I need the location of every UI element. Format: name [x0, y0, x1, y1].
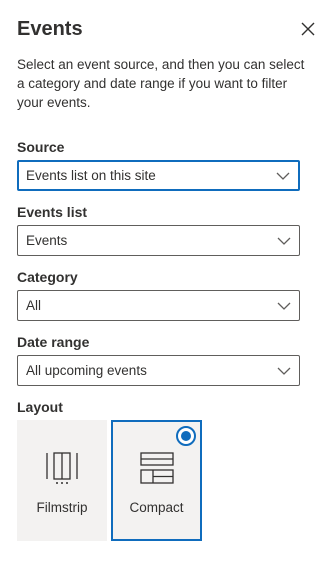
- panel-description: Select an event source, and then you can…: [17, 57, 305, 110]
- events-list-value: Events: [26, 233, 68, 248]
- layout-option-label: Compact: [129, 500, 184, 515]
- panel-title: Events: [17, 18, 83, 40]
- source-label: Source: [17, 139, 65, 155]
- category-dropdown[interactable]: All: [17, 290, 300, 321]
- chevron-down-icon: [276, 171, 290, 181]
- source-dropdown[interactable]: Events list on this site: [17, 160, 300, 191]
- layout-option-compact[interactable]: Compact: [111, 420, 202, 541]
- category-value: All: [26, 298, 42, 313]
- layout-option-label: Filmstrip: [36, 500, 88, 515]
- date-range-label: Date range: [17, 334, 90, 350]
- layout-option-filmstrip[interactable]: Filmstrip: [17, 420, 107, 541]
- panel-header: Events: [17, 17, 322, 45]
- chevron-down-icon: [277, 301, 291, 311]
- source-value: Events list on this site: [26, 168, 156, 183]
- events-list-dropdown[interactable]: Events: [17, 225, 300, 256]
- close-icon[interactable]: [300, 21, 316, 37]
- date-range-dropdown[interactable]: All upcoming events: [17, 355, 300, 386]
- events-list-label: Events list: [17, 204, 88, 220]
- filmstrip-icon: [45, 450, 79, 484]
- layout-label: Layout: [17, 399, 63, 415]
- cutoff-text: [17, 567, 307, 575]
- chevron-down-icon: [277, 366, 291, 376]
- radio-selected-icon: [176, 426, 196, 446]
- chevron-down-icon: [277, 236, 291, 246]
- category-label: Category: [17, 269, 78, 285]
- compact-icon: [139, 452, 174, 484]
- date-range-value: All upcoming events: [26, 363, 147, 378]
